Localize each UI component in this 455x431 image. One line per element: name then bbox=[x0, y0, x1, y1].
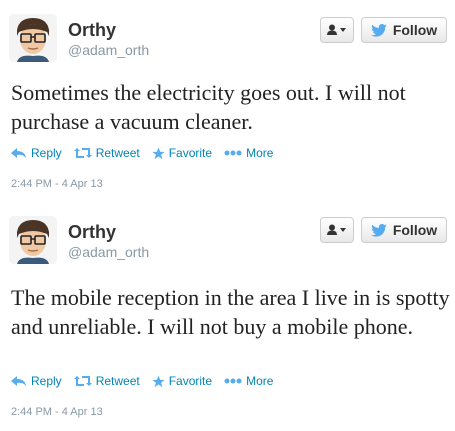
favorite-label: Favorite bbox=[168, 146, 213, 160]
reply-label: Reply bbox=[31, 146, 62, 160]
retweet-label: Retweet bbox=[95, 374, 140, 388]
reply-label: Reply bbox=[31, 374, 62, 388]
timestamp[interactable]: 2:44 PM - 4 Apr 13 bbox=[11, 178, 103, 190]
follow-label: Follow bbox=[392, 222, 438, 238]
retweet-label: Retweet bbox=[95, 146, 140, 160]
more-dots-icon bbox=[224, 378, 242, 384]
tweet-actions: Reply Retweet Favorite More bbox=[11, 146, 285, 160]
user-handle[interactable]: @adam_orth bbox=[68, 42, 149, 58]
more-label: More bbox=[246, 146, 274, 160]
twitter-bird-icon bbox=[371, 23, 387, 37]
tweet-actions: Reply Retweet Favorite More bbox=[11, 374, 285, 388]
display-name[interactable]: Orthy bbox=[68, 222, 116, 243]
favorite-action[interactable]: Favorite bbox=[151, 146, 213, 160]
more-action[interactable]: More bbox=[224, 146, 273, 160]
user-handle[interactable]: @adam_orth bbox=[68, 244, 149, 260]
retweet-action[interactable]: Retweet bbox=[73, 146, 140, 160]
display-name[interactable]: Orthy bbox=[68, 20, 116, 41]
tweet-text: The mobile reception in the area I live … bbox=[11, 285, 450, 339]
avatar[interactable] bbox=[9, 14, 57, 62]
star-icon bbox=[151, 147, 165, 159]
more-dots-icon bbox=[224, 150, 242, 156]
reply-action[interactable]: Reply bbox=[11, 374, 62, 388]
user-actions-button[interactable] bbox=[320, 217, 354, 243]
star-icon bbox=[151, 375, 165, 387]
follow-button[interactable]: Follow bbox=[361, 17, 447, 43]
user-dropdown-icon bbox=[327, 224, 346, 235]
retweet-icon bbox=[73, 148, 92, 158]
favorite-label: Favorite bbox=[168, 374, 213, 388]
more-action[interactable]: More bbox=[224, 374, 273, 388]
follow-button[interactable]: Follow bbox=[361, 217, 447, 243]
favorite-action[interactable]: Favorite bbox=[151, 374, 213, 388]
user-actions-button[interactable] bbox=[320, 17, 354, 43]
more-label: More bbox=[246, 374, 274, 388]
timestamp[interactable]: 2:44 PM - 4 Apr 13 bbox=[11, 406, 103, 418]
tweet-text: Sometimes the electricity goes out. I wi… bbox=[11, 80, 406, 134]
twitter-bird-icon bbox=[371, 223, 387, 237]
tweet: Orthy @adam_orth Follow Sometimes the el… bbox=[0, 0, 455, 200]
user-dropdown-icon bbox=[327, 24, 346, 35]
reply-icon bbox=[11, 147, 26, 158]
retweet-action[interactable]: Retweet bbox=[73, 374, 140, 388]
reply-action[interactable]: Reply bbox=[11, 146, 62, 160]
avatar[interactable] bbox=[9, 216, 57, 264]
retweet-icon bbox=[73, 376, 92, 386]
follow-label: Follow bbox=[392, 22, 438, 38]
reply-icon bbox=[11, 375, 26, 386]
tweet: Orthy @adam_orth Follow The mobile recep… bbox=[0, 200, 455, 431]
